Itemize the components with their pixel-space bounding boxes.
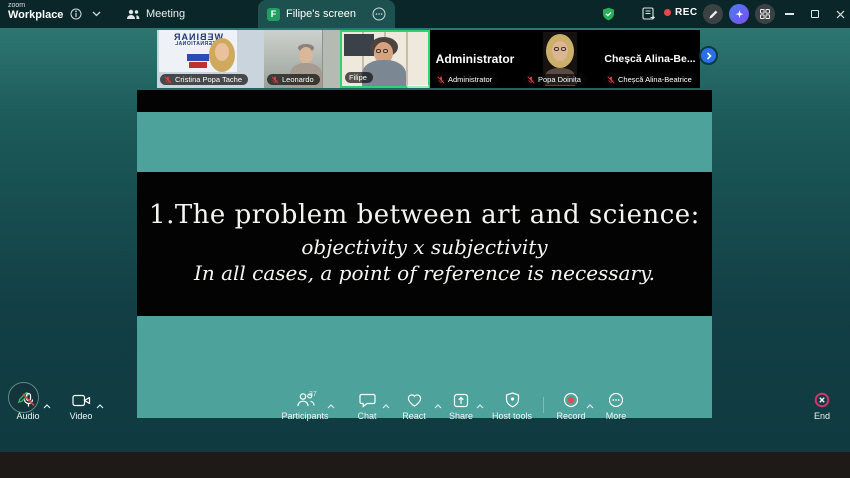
video-tile-administrator[interactable]: Administrator Administrator [430, 30, 520, 88]
record-dot-icon [664, 9, 671, 16]
slide-band-top [137, 112, 712, 172]
name-label: Popa Doinița [523, 74, 587, 85]
name-label: Cristina Popa Tache [160, 74, 248, 85]
restore-icon [811, 10, 819, 18]
chat-label: Chat [357, 411, 377, 421]
screen-share-badge: F [267, 7, 280, 21]
tab-filipes-screen-label: Filipe's screen [286, 8, 356, 20]
zoom-workplace-window: zoom Workplace Meeting F Filipe's screen… [0, 0, 850, 478]
close-button[interactable] [829, 0, 850, 28]
tab-filipes-screen[interactable]: F Filipe's screen [258, 0, 395, 28]
camera-icon [71, 394, 90, 406]
chevron-right-icon [706, 51, 712, 60]
video-tile-leonardo[interactable]: Leonardo [264, 30, 340, 88]
close-icon [836, 10, 844, 18]
share-label: Share [448, 411, 474, 421]
participants-options-chevron[interactable] [327, 396, 335, 414]
react-label: React [402, 411, 426, 421]
notes-icon[interactable] [642, 7, 655, 21]
video-tile-popa-doinita[interactable]: Popa Doinița [520, 30, 600, 88]
annotation-pencil-button[interactable] [703, 4, 723, 24]
video-tile-chesca[interactable]: Cheșcă Alina-Be... Cheșcă Alina-Beatrice [600, 30, 700, 88]
muted-mic-icon [164, 75, 172, 84]
muted-mic-icon [527, 75, 535, 84]
end-label: End [813, 411, 830, 421]
tab-meeting[interactable]: Meeting [118, 0, 193, 28]
participants-count: 37 [309, 391, 317, 398]
people-icon [127, 9, 140, 19]
strip-drag-handle[interactable] [407, 85, 429, 88]
share-screen-icon [453, 393, 469, 407]
audio-label: Audio [16, 411, 40, 421]
slide-subtitle-1: objectivity x subjectivity [301, 235, 548, 259]
slide-text-block: 1.The problem between art and science: o… [137, 200, 712, 287]
chevron-down-icon[interactable] [92, 11, 101, 17]
apps-grid-icon [760, 9, 770, 19]
ai-companion-button[interactable] [729, 4, 749, 24]
name-label: Administrator [433, 74, 499, 85]
muted-mic-icon [437, 75, 445, 84]
host-tools-label: Host tools [491, 411, 533, 421]
pencil-icon [708, 10, 717, 19]
restore-button[interactable] [804, 0, 826, 28]
host-tools-button[interactable]: Host tools [480, 392, 544, 421]
minimize-icon [784, 13, 794, 15]
minimize-button[interactable] [778, 0, 800, 28]
end-meeting-button[interactable]: End [790, 392, 850, 421]
apps-grid-button[interactable] [755, 4, 775, 24]
security-shield-icon[interactable] [602, 7, 615, 21]
logo-workplace: Workplace [8, 9, 64, 21]
end-icon [814, 392, 830, 408]
tab-options-icon[interactable] [372, 7, 386, 21]
glasses [376, 49, 388, 53]
windows-taskbar: 1 Search W Post Attendee - 2 Filipo - cr… [0, 452, 850, 478]
video-label: Video [69, 411, 93, 421]
muted-mic-icon [271, 75, 279, 84]
more-button[interactable]: More [584, 392, 648, 421]
info-icon[interactable] [70, 8, 82, 20]
shared-screen-slide: 1.The problem between art and science: o… [137, 90, 712, 418]
slide-title: 1.The problem between art and science: [149, 200, 700, 230]
record-icon [563, 392, 579, 408]
name-label: Filipe [345, 72, 373, 83]
logo-zoom: zoom [8, 2, 26, 9]
chat-bubble-icon [358, 393, 376, 408]
more-ellipsis-icon [608, 392, 624, 408]
meeting-main-area: WEBINAR INTERNATIONAL Cristina Popa Tach… [0, 28, 850, 452]
next-participants-button[interactable] [699, 46, 718, 65]
title-bar: zoom Workplace Meeting F Filipe's screen… [0, 0, 850, 28]
participants-label: Participants [281, 411, 329, 421]
zoom-workplace-logo: zoom Workplace [8, 2, 63, 21]
record-label: Record [556, 411, 586, 421]
video-options-chevron[interactable] [96, 396, 104, 414]
name-label: Cheșcă Alina-Beatrice [603, 74, 698, 85]
sparkle-icon [735, 9, 743, 18]
muted-mic-icon [607, 75, 615, 84]
video-button[interactable]: Video [49, 392, 113, 421]
participants-button[interactable]: Participants 37 [273, 391, 337, 421]
name-label: Leonardo [267, 74, 320, 85]
recording-indicator[interactable]: REC [664, 7, 698, 18]
video-tile-cristina[interactable]: WEBINAR INTERNATIONAL Cristina Popa Tach… [157, 30, 264, 88]
host-tools-shield-icon [505, 392, 519, 408]
slide-subtitle-2: In all cases, a point of reference is ne… [193, 261, 656, 286]
mic-muted-icon [21, 392, 35, 407]
video-strip: WEBINAR INTERNATIONAL Cristina Popa Tach… [157, 30, 700, 88]
video-tile-filipe-active-speaker[interactable]: Filipe [340, 30, 430, 88]
rec-label: REC [675, 7, 698, 18]
tab-meeting-label: Meeting [146, 8, 186, 20]
more-label: More [605, 411, 627, 421]
heart-icon [407, 393, 421, 407]
